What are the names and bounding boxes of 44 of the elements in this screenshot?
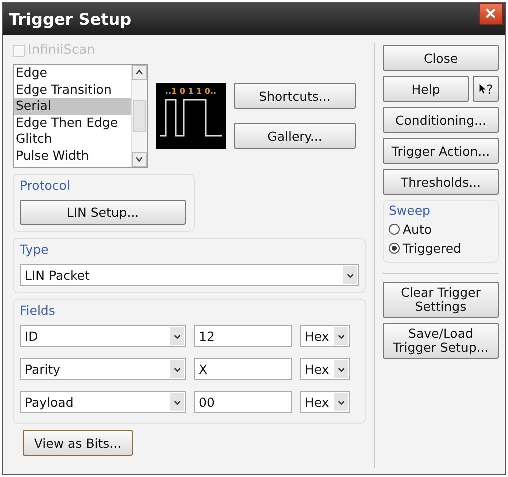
help-button[interactable]: Help	[383, 76, 469, 102]
list-item[interactable]: Edge Transition	[14, 82, 131, 98]
dialog-button[interactable]: Trigger Action...	[383, 138, 499, 164]
field-dropdown[interactable]: ID	[20, 325, 186, 347]
whats-this-button[interactable]: ?	[473, 76, 499, 102]
radio-label: Triggered	[403, 241, 462, 256]
value-field[interactable]: X	[194, 358, 292, 380]
format-dropdown[interactable]: Hex	[300, 358, 350, 380]
scrollbar[interactable]	[131, 65, 147, 167]
dialog-button[interactable]: Thresholds...	[383, 169, 499, 195]
scroll-up-icon[interactable]	[132, 65, 147, 80]
bit-pattern: ..1 0 1 1 0..	[165, 87, 217, 96]
scroll-down-icon[interactable]	[132, 152, 147, 167]
dialog-button[interactable]: Conditioning...	[383, 107, 499, 133]
close-button[interactable]: ✕	[479, 3, 503, 25]
checkbox-label: InfiniiScan	[28, 43, 96, 58]
lin-setup-button[interactable]: LIN Setup...	[20, 200, 186, 225]
dialog-button[interactable]: Gallery...	[234, 123, 356, 149]
radio-label: Auto	[403, 222, 432, 237]
window-title: Trigger Setup	[9, 10, 132, 28]
list-item[interactable]: Edge	[14, 65, 131, 82]
list-item[interactable]: Glitch	[14, 131, 131, 148]
group-title: Fields	[20, 303, 56, 318]
dialog-button[interactable]: Save/Load Trigger Setup...	[383, 323, 499, 359]
pointer-icon	[478, 83, 487, 95]
value-field[interactable]: 00	[194, 391, 292, 413]
dialog-button[interactable]: Shortcuts...	[234, 83, 356, 109]
radio-button[interactable]	[389, 243, 400, 254]
list-item[interactable]: Edge Then Edge	[14, 114, 131, 131]
group-title: Protocol	[20, 178, 72, 193]
group-title: Sweep	[389, 203, 432, 218]
format-dropdown[interactable]: Hex	[300, 391, 350, 413]
view-as-bits-button[interactable]: View as Bits...	[23, 430, 133, 456]
dialog-button[interactable]: Clear Trigger Settings	[383, 282, 499, 318]
field-dropdown[interactable]: Payload	[20, 391, 186, 413]
group-title: Type	[20, 242, 50, 257]
format-dropdown[interactable]: Hex	[300, 325, 350, 347]
type-dropdown[interactable]: LIN Packet	[20, 264, 359, 286]
list-item[interactable]: Serial	[14, 98, 131, 114]
list-item[interactable]: Pulse Width	[14, 148, 131, 164]
radio-button[interactable]	[389, 224, 400, 235]
field-dropdown[interactable]: Parity	[20, 358, 186, 380]
close-dialog-button[interactable]: Close	[383, 45, 499, 71]
value-field[interactable]: 12	[194, 325, 292, 347]
